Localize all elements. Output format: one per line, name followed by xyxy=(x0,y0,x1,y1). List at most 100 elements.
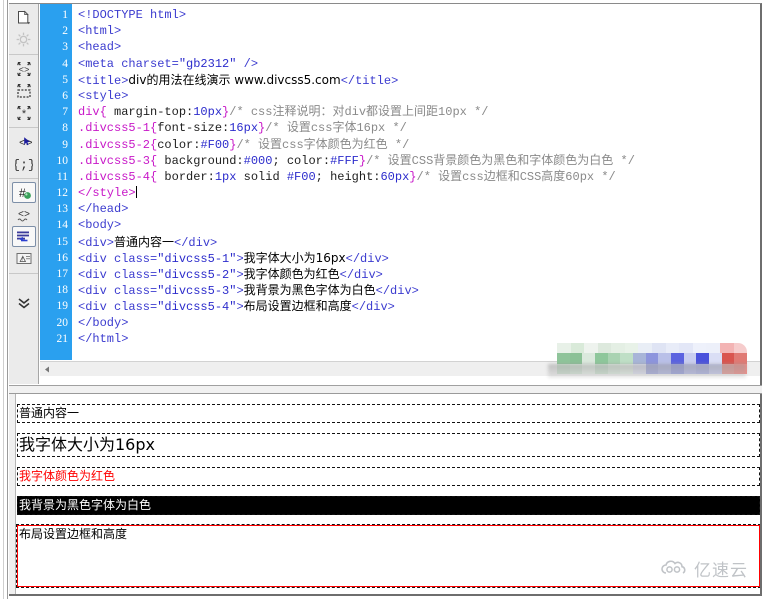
mosaic-cell xyxy=(570,343,585,354)
code-line: <html> xyxy=(78,24,122,39)
line-number: 6 xyxy=(62,89,68,102)
coding-toolbar: <> * < > ; # <> ! xyxy=(9,4,39,384)
mosaic-cell xyxy=(734,353,747,364)
line-numbers-button[interactable]: # xyxy=(11,182,36,203)
preview-block-default: 普通内容一 xyxy=(17,404,760,423)
word-wrap-button[interactable] xyxy=(11,226,36,247)
line-number-gutter: 1 2 3 4 5 6 7 8 9 10 11 12 13 14 15 16 1… xyxy=(40,4,72,360)
chevron-double-down-icon xyxy=(18,297,29,309)
design-view-pane: 普通内容一 我字体大小为16px 我字体颜色为红色 我背景为黑色字体为白色 布局… xyxy=(9,394,762,596)
mosaic-cell xyxy=(709,353,722,364)
line-number: 12 xyxy=(56,187,69,200)
svg-text:*: * xyxy=(21,108,26,120)
collapse-full-tag-icon: <> xyxy=(16,61,31,76)
collapse-selection-button[interactable] xyxy=(12,80,36,101)
preview-block-black-bg: 我背景为黑色字体为白色 xyxy=(17,496,760,515)
line-number: 7 xyxy=(62,106,68,119)
design-left-gutter xyxy=(9,394,16,594)
balance-braces-button[interactable]: {;} xyxy=(12,153,36,174)
code-line: </body> xyxy=(78,315,129,330)
code-line: .divcss5-3{ background:#000; color:#FFF}… xyxy=(78,153,635,168)
code-line: </style> xyxy=(78,186,137,201)
mosaic-drop-shadow xyxy=(548,364,746,378)
more-options-button[interactable] xyxy=(12,292,36,313)
select-parent-tag-button[interactable]: < > xyxy=(12,131,36,152)
syntax-error-alerts-icon: ! xyxy=(16,252,31,264)
mosaic-cell xyxy=(611,343,625,354)
line-number: 11 xyxy=(56,170,68,183)
syntax-error-alerts-button[interactable]: ! xyxy=(12,248,36,269)
code-line: </head> xyxy=(78,202,129,217)
code-line: div{ margin-top:10px}/* css注释说明：对div都设置上… xyxy=(78,105,489,120)
collapse-selection-icon xyxy=(16,83,31,98)
line-number: 14 xyxy=(56,219,69,232)
svg-text:#: # xyxy=(19,186,26,200)
line-number: 3 xyxy=(62,41,68,54)
collapse-full-tag-button[interactable]: <> xyxy=(12,58,36,79)
mosaic-cell xyxy=(671,353,684,364)
line-number: 1 xyxy=(62,9,68,21)
text-caret xyxy=(135,186,137,199)
mosaic-cell xyxy=(584,343,598,354)
code-line: <title>div的用法在线演示 www.divcss5.com</title… xyxy=(78,72,399,88)
mosaic-cell xyxy=(683,353,697,364)
window-left-frame xyxy=(0,0,8,599)
code-view-pane: <> * < > ; # <> ! 1 2 3 4 5 6 7 8 9 10 1… xyxy=(9,3,762,385)
mosaic-cell xyxy=(597,343,612,354)
line-number: 5 xyxy=(62,73,68,86)
pane-splitter[interactable] xyxy=(9,385,762,394)
code-line: <div>普通内容一</div> xyxy=(78,234,218,250)
expand-all-icon: * xyxy=(16,105,31,120)
application-window: <> * < > ; # <> ! 1 2 3 4 5 6 7 8 9 10 1… xyxy=(0,0,766,599)
code-line: <meta charset="gb2312" /> xyxy=(78,56,259,71)
line-number: 19 xyxy=(56,300,69,313)
line-number: 8 xyxy=(62,122,68,135)
mosaic-cell xyxy=(719,343,734,354)
mosaic-cell xyxy=(557,343,571,354)
mosaic-row xyxy=(557,353,747,364)
mosaic-cell xyxy=(706,343,720,354)
toolbar-group-collapse: <> * xyxy=(9,55,38,128)
line-number: 4 xyxy=(62,57,68,70)
expand-all-button[interactable]: * xyxy=(12,102,36,123)
scroll-left-button[interactable] xyxy=(40,362,55,376)
code-line: .divcss5-4{ border:1px solid #F00; heigh… xyxy=(78,169,616,184)
line-number: 2 xyxy=(62,25,68,38)
mosaic-cell xyxy=(595,353,608,364)
preview-block-bordered: 布局设置边框和高度 xyxy=(16,524,760,588)
snippets-icon xyxy=(16,32,31,47)
mosaic-cell xyxy=(652,343,666,354)
mosaic-cell xyxy=(645,353,659,364)
mosaic-cell xyxy=(557,353,570,364)
triangle-left-icon xyxy=(45,366,49,372)
toolbar-group-selection: < > {;} xyxy=(9,128,38,179)
open-documents-icon xyxy=(18,10,30,25)
line-number: 9 xyxy=(62,138,68,151)
design-canvas[interactable]: 普通内容一 我字体大小为16px 我字体颜色为红色 我背景为黑色字体为白色 布局… xyxy=(16,394,760,594)
mosaic-cell xyxy=(696,353,710,364)
code-line: <div class="divcss5-1">我字体大小为16px</div> xyxy=(78,250,389,266)
select-parent-tag-icon: < > xyxy=(19,136,32,150)
mosaic-cell xyxy=(624,343,639,354)
preview-block-red: 我字体颜色为红色 xyxy=(17,467,760,486)
svg-text:!: ! xyxy=(21,257,22,263)
open-documents-button[interactable] xyxy=(12,7,36,28)
mosaic-cell xyxy=(607,353,621,364)
snippets-button[interactable] xyxy=(12,29,36,50)
mosaic-cell xyxy=(582,353,596,364)
svg-text:<>: <> xyxy=(18,65,29,75)
code-line: <body> xyxy=(78,218,122,233)
code-text-area[interactable]: <!DOCTYPE html> <html> <head> <meta char… xyxy=(72,4,760,360)
line-number: 20 xyxy=(56,316,69,329)
mosaic-cell xyxy=(692,343,707,354)
highlight-invalid-code-button[interactable]: <> xyxy=(12,204,36,225)
window-left-frame-line xyxy=(3,0,4,599)
line-number: 16 xyxy=(56,251,69,264)
code-line: <div class="divcss5-3">我背景为黑色字体为白色</div> xyxy=(78,283,419,299)
code-line: .divcss5-2{color:#F00}/* 设置css字体颜色为红色 */ xyxy=(78,137,410,152)
mosaic-cell xyxy=(638,343,653,354)
balance-braces-icon: {;} xyxy=(15,157,33,172)
word-wrap-icon xyxy=(17,231,29,241)
line-numbers-icon: # xyxy=(19,186,31,200)
line-number: 13 xyxy=(56,203,69,216)
